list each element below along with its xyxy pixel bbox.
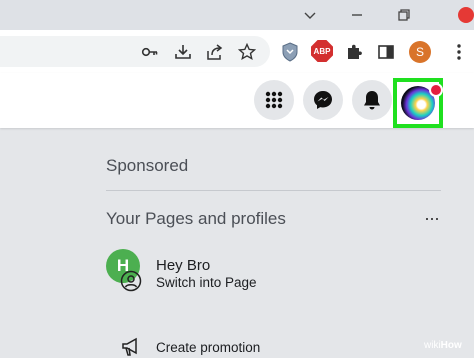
messenger-icon[interactable] [303, 80, 343, 120]
more-menu-icon[interactable] [448, 41, 470, 63]
switch-profile-icon [120, 270, 142, 292]
facebook-top-bar [0, 73, 474, 128]
megaphone-icon [120, 336, 142, 358]
account-avatar[interactable] [393, 78, 443, 128]
side-panel-icon[interactable] [375, 41, 397, 63]
pages-heading: Your Pages and profiles [106, 209, 286, 228]
notification-badge [429, 83, 443, 97]
profile-avatar[interactable]: S [409, 41, 431, 63]
wikihow-watermark: wikiHow [424, 340, 462, 351]
create-promotion-option[interactable]: Create promotion [156, 340, 260, 355]
close-icon[interactable] [458, 7, 474, 23]
key-icon[interactable] [139, 41, 161, 63]
adblock-plus-icon[interactable]: ABP [311, 40, 333, 62]
switch-into-page-option[interactable]: Switch into Page [156, 275, 257, 290]
bell-icon[interactable] [352, 80, 392, 120]
privacy-badger-icon[interactable] [279, 41, 301, 63]
extensions-puzzle-icon[interactable] [343, 41, 365, 63]
browser-titlebar [0, 0, 474, 30]
sponsored-heading: Sponsored [106, 156, 189, 175]
share-icon[interactable] [204, 41, 226, 63]
star-icon[interactable] [236, 41, 258, 63]
apps-grid-icon[interactable] [254, 80, 294, 120]
address-bar[interactable] [0, 36, 270, 67]
divider [106, 190, 441, 191]
account-menu-panel: Sponsored Your Pages and profiles ··· H … [0, 128, 474, 356]
install-icon[interactable] [172, 41, 194, 63]
browser-toolbar: ABP S [0, 30, 474, 73]
more-options-button[interactable]: ··· [424, 208, 440, 229]
page-name[interactable]: Hey Bro [156, 257, 210, 274]
chevron-down-icon[interactable] [298, 3, 322, 27]
minimize-icon[interactable] [345, 3, 369, 27]
restore-icon[interactable] [392, 3, 416, 27]
